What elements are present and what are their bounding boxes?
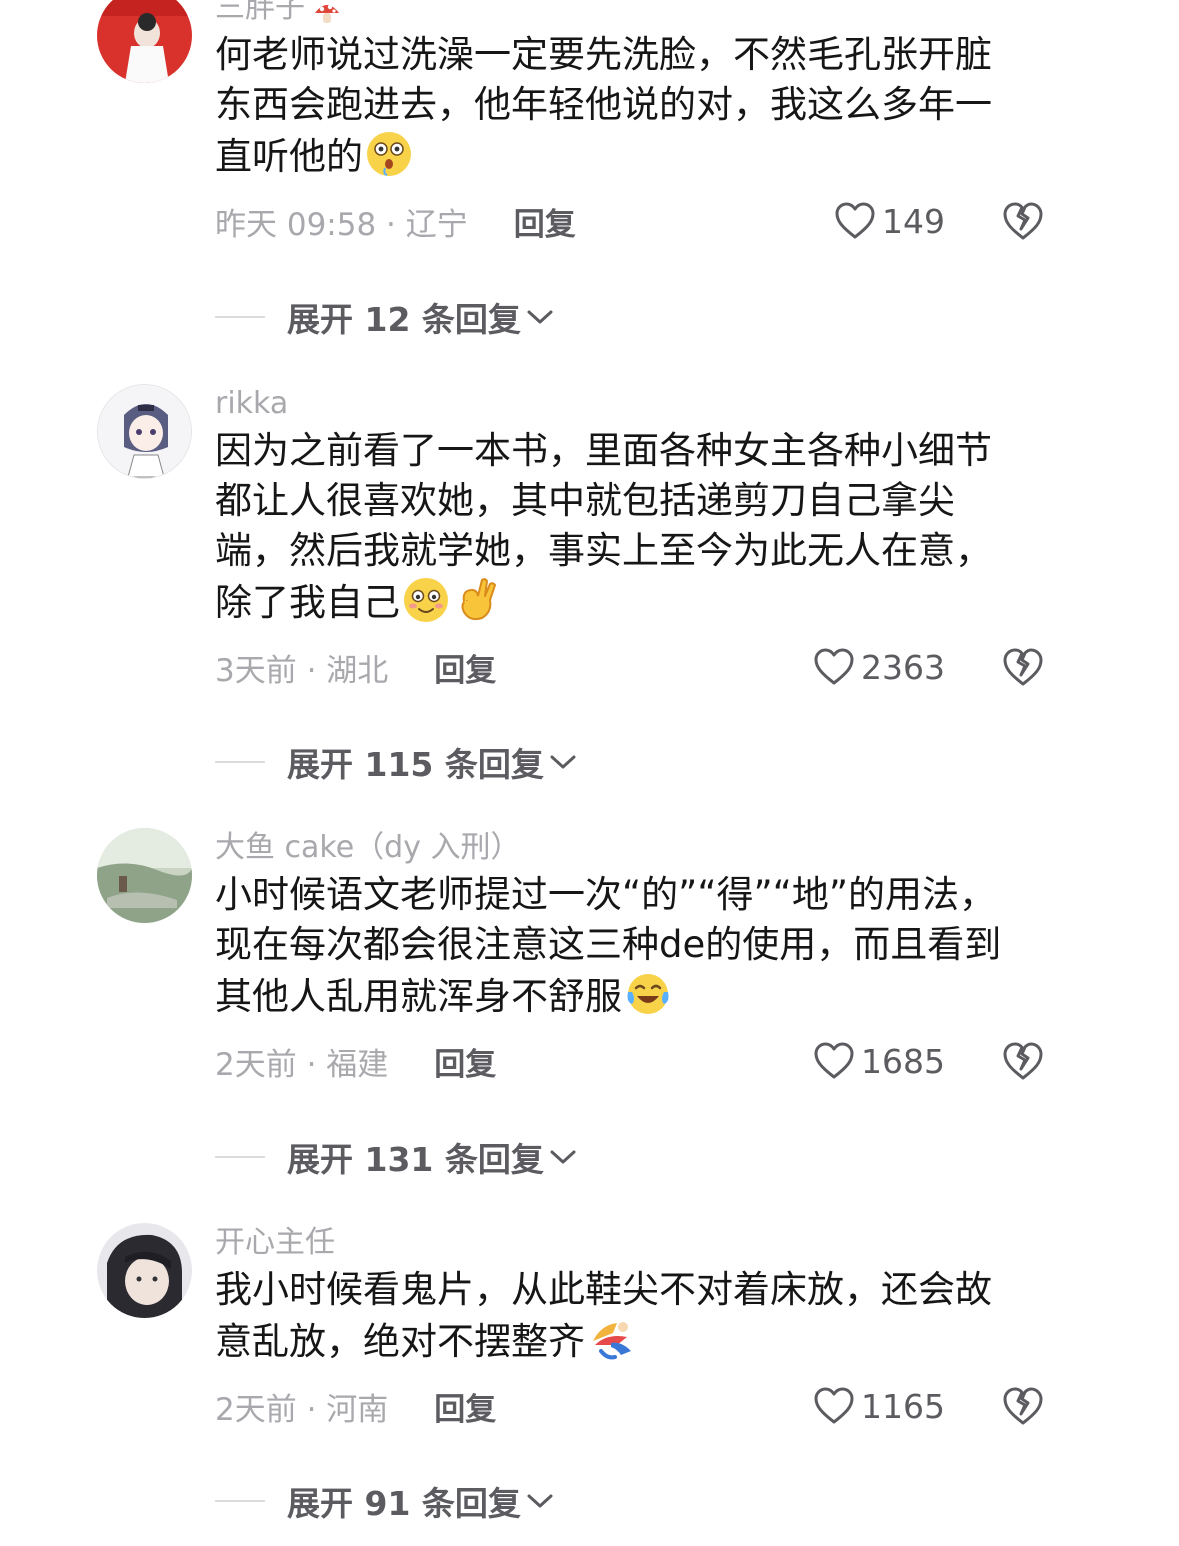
comment-meta: 3天前 · 湖北 回复 2363 [215,644,1045,690]
comment-text: 我小时候看鬼片，从此鞋尖不对着床放，还会故意乱放，绝对不摆整齐 [215,1265,1015,1367]
blushing-face-emoji [404,578,448,622]
heart-icon [814,1387,854,1424]
expand-replies-button[interactable]: 展开 115 条回复 [215,738,578,786]
comment-text-content: 小时候语文老师提过一次“的”“得”“地”的用法，现在每次都会很注意这三种de的使… [215,873,1002,1018]
username-text: 大鱼 cake（dy 入刑） [215,830,521,865]
comment-text: 小时候语文老师提过一次“的”“得”“地”的用法，现在每次都会很注意这三种de的使… [215,870,1015,1022]
ok-hand-emoji [461,578,496,621]
username-text: 开心主任 [215,1225,335,1260]
time-location: 3天前 · 湖北 [215,652,389,689]
expand-replies-label: 展开 91 条回复 [287,1484,521,1523]
broken-heart-icon[interactable] [1001,1039,1045,1083]
chevron-down-icon [550,1150,576,1164]
shocked-face-emoji [367,132,411,176]
broken-heart-icon[interactable] [1001,199,1045,243]
avatar[interactable] [97,828,192,923]
divider-line [215,316,265,318]
broken-heart-icon[interactable] [1001,645,1045,689]
expand-replies-label: 展开 12 条回复 [287,300,521,339]
time-location: 昨天 09:58 · 辽宁 [215,206,468,243]
comment-meta: 2天前 · 福建 回复 1685 [215,1038,1045,1084]
expand-replies-button[interactable]: 展开 12 条回复 [215,293,555,341]
reply-button[interactable]: 回复 [434,1384,496,1429]
avatar[interactable] [97,1223,192,1318]
username-text: 三胖子 [215,0,305,25]
expand-replies-button[interactable]: 展开 91 条回复 [215,1477,555,1525]
username[interactable]: 三胖子 [215,0,1045,28]
like-button[interactable]: 1165 [813,1386,945,1426]
expand-replies-button[interactable]: 展开 131 条回复 [215,1133,578,1181]
username[interactable]: 开心主任 [215,1223,1045,1263]
reply-button[interactable]: 回复 [434,1039,496,1084]
username[interactable]: 大鱼 cake（dy 入刑） [215,828,1045,868]
chevron-down-icon [550,755,576,769]
comment-text: 何老师说过洗澡一定要先洗脸，不然毛孔张开脏东西会跑进去，他年轻他说的对，我这么多… [215,30,1015,182]
like-count: 2363 [861,647,945,687]
like-count: 149 [882,201,945,241]
username[interactable]: rikka [215,384,1045,424]
expand-replies-label: 展开 115 条回复 [287,745,544,784]
heart-icon [814,648,854,685]
chevron-down-icon [527,1494,553,1508]
broken-heart-icon[interactable] [1001,1384,1045,1428]
like-button[interactable]: 149 [834,201,945,241]
expand-replies-label: 展开 131 条回复 [287,1140,544,1179]
mushroom-badge-icon [313,0,341,23]
heart-icon [835,202,875,239]
divider-line [215,1156,265,1158]
like-button[interactable]: 2363 [813,647,945,687]
like-count: 1165 [861,1386,945,1426]
comment-text-content: 因为之前看了一本书，里面各种女主各种小细节都让人很喜欢她，其中就包括递剪刀自己拿… [215,429,992,624]
heart-icon [814,1042,854,1079]
divider-line [215,1500,265,1502]
divider-line [215,761,265,763]
avatar[interactable] [97,0,192,83]
comment-text-content: 何老师说过洗澡一定要先洗脸，不然毛孔张开脏东西会跑进去，他年轻他说的对，我这么多… [215,33,992,178]
username-text: rikka [215,386,289,421]
reply-button[interactable]: 回复 [514,199,576,244]
like-button[interactable]: 1685 [813,1041,945,1081]
chevron-down-icon [527,310,553,324]
time-location: 2天前 · 福建 [215,1046,389,1083]
reply-button[interactable]: 回复 [434,645,496,690]
comment-meta: 2天前 · 河南 回复 1165 [215,1383,1045,1429]
comment-meta: 昨天 09:58 · 辽宁 回复 149 [215,198,1045,244]
time-location: 2天前 · 河南 [215,1391,389,1428]
comment-text: 因为之前看了一本书，里面各种女主各种小细节都让人很喜欢她，其中就包括递剪刀自己拿… [215,426,1015,628]
like-count: 1685 [861,1041,945,1081]
avatar[interactable] [97,384,192,479]
running-figure-emoji [593,1322,631,1360]
tears-of-joy-emoji [627,974,669,1014]
